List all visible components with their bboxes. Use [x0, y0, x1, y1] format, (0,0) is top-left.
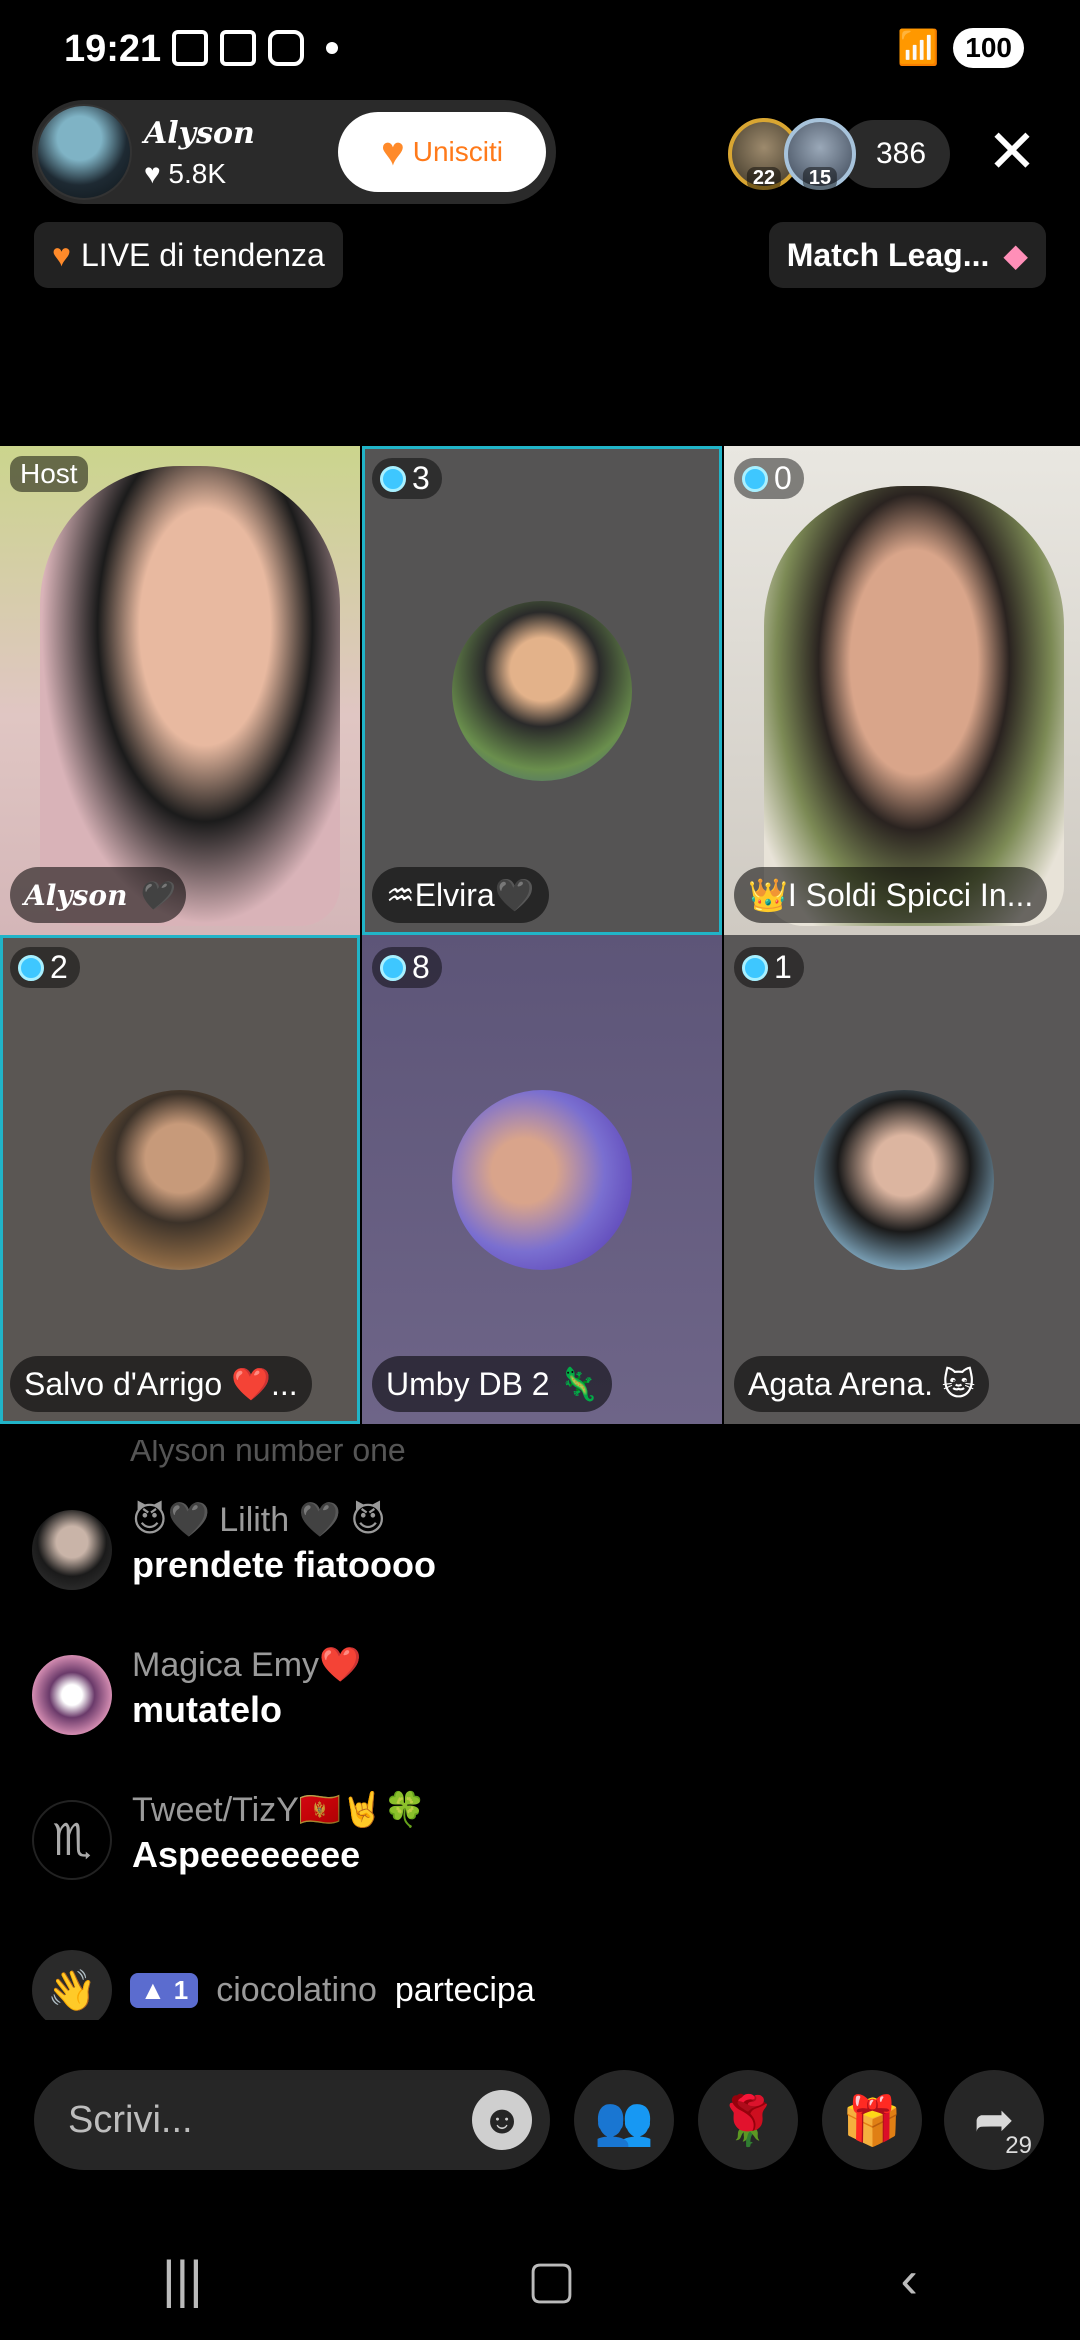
gem-icon: ◆ — [1003, 237, 1028, 273]
comment-box[interactable]: ☻ — [34, 2070, 550, 2170]
guest-tile[interactable]: 3 ♒Elvira🖤 — [362, 446, 722, 935]
tile-name: ♒Elvira🖤 — [372, 867, 549, 923]
guest-video — [764, 486, 1064, 926]
guest-grid: Host Alyson 🖤 3 ♒Elvira🖤 0 👑I Soldi Spic… — [0, 446, 1080, 1424]
tile-name: Alyson 🖤 — [10, 867, 187, 923]
gem-icon — [380, 465, 406, 492]
chat-message[interactable]: Magica Emy❤️ mutatelo — [32, 1645, 361, 1735]
scorpion-icon: ♏ — [52, 1815, 92, 1865]
heart-plus-icon: ♥ — [381, 129, 405, 174]
host-likes: ♥ 5.8K — [144, 158, 227, 189]
guest-avatar — [452, 1089, 632, 1270]
gem-icon — [380, 954, 406, 981]
more-notifications-dot — [326, 42, 338, 54]
instagram-icon — [268, 30, 304, 66]
rose-gift-button[interactable]: 🌹 — [698, 2070, 798, 2170]
chat-message[interactable]: ♏ Tweet/TizY🇲🇪🤘🍀 Aspeeeeeeee — [32, 1790, 426, 1880]
chat-username[interactable]: 😈🖤 Lilith 🖤 😈 — [132, 1500, 436, 1540]
guest-tile[interactable]: 2 Salvo d'Arrigo ❤️... — [0, 935, 360, 1424]
emoji-icon[interactable]: ☻ — [472, 2090, 532, 2150]
host-video — [40, 466, 340, 926]
join-action: partecipa — [394, 1970, 535, 2009]
battery-indicator: 100 — [953, 28, 1024, 68]
guest-tile[interactable]: 0 👑I Soldi Spicci In... — [724, 446, 1080, 935]
join-username[interactable]: ciocolatino — [216, 1971, 377, 2010]
guest-avatar — [452, 600, 632, 781]
comment-input[interactable] — [68, 2094, 468, 2146]
avatar[interactable] — [32, 1510, 112, 1590]
multi-guest-button[interactable]: 👥 — [574, 2070, 674, 2170]
host-label: Host — [10, 456, 88, 492]
host-avatar[interactable] — [36, 104, 132, 200]
trending-live-pill[interactable]: ♥ LIVE di tendenza — [34, 222, 343, 288]
guest-tile[interactable]: 1 Agata Arena. 🐱 — [724, 935, 1080, 1424]
chat-feed[interactable]: Alyson number one 😈🖤 Lilith 🖤 😈 prendete… — [0, 1440, 1080, 2020]
viewers-group[interactable]: 22 15 386 — [728, 118, 951, 190]
close-icon[interactable]: ✕ — [978, 118, 1046, 186]
rose-icon: 🌹 — [718, 2094, 778, 2148]
chat-text: Aspeeeeeeee — [132, 1834, 361, 1875]
gem-badge: 3 — [372, 458, 442, 499]
gift-icon: 🎁 — [842, 2094, 902, 2148]
avatar[interactable]: ♏ — [32, 1800, 112, 1880]
join-button[interactable]: ♥ Unisciti — [338, 112, 546, 192]
gem-badge: 8 — [372, 947, 442, 988]
gem-icon — [18, 954, 44, 981]
match-league-pill[interactable]: Match Leag... ◆ — [768, 222, 1046, 288]
tile-name: Salvo d'Arrigo ❤️... — [10, 1356, 312, 1412]
wave-icon[interactable]: 👋 — [32, 1950, 112, 2020]
guest-avatar — [814, 1089, 994, 1270]
status-bar: 19:21 📶 100 — [0, 0, 1080, 100]
guest-avatar — [90, 1089, 270, 1270]
chat-text: mutatelo — [132, 1689, 283, 1730]
chat-username[interactable]: Magica Emy❤️ — [132, 1645, 361, 1685]
heart-icon: ♥ — [144, 158, 161, 189]
gift-button[interactable]: 🎁 — [822, 2070, 922, 2170]
gem-icon — [742, 954, 768, 981]
triangle-icon: ▲ — [140, 1974, 166, 2005]
gem-icon — [742, 465, 768, 492]
wifi-icon: 📶 — [896, 29, 940, 67]
guest-tile[interactable]: 8 Umby DB 2 🦎 — [362, 935, 722, 1424]
heart-icon: ♥ — [52, 236, 71, 273]
tile-name: 👑I Soldi Spicci In... — [734, 867, 1048, 923]
tile-name: Agata Arena. 🐱 — [734, 1356, 990, 1412]
chat-message[interactable]: 😈🖤 Lilith 🖤 😈 prendete fiatoooo — [32, 1500, 436, 1590]
host-info[interactable]: Alyson ♥ 5.8K ♥ Unisciti — [32, 100, 556, 204]
host-name: Alyson — [144, 116, 255, 151]
system-status: 📶 100 — [897, 28, 1024, 68]
share-count: 29 — [1005, 2132, 1032, 2159]
tile-name: Umby DB 2 🦎 — [372, 1356, 613, 1412]
gem-badge: 1 — [734, 947, 804, 988]
recents-icon[interactable]: ||| — [162, 2250, 203, 2310]
home-icon[interactable]: ▢ — [527, 2250, 576, 2310]
viewer-count[interactable]: 386 — [840, 120, 951, 188]
chat-username[interactable]: Tweet/TizY🇲🇪🤘🍀 — [132, 1790, 426, 1830]
chat-text: prendete fiatoooo — [132, 1544, 436, 1585]
screenshot-icon — [220, 30, 256, 66]
share-button[interactable]: ➦ 29 — [944, 2070, 1044, 2170]
back-icon[interactable]: ‹ — [900, 2250, 917, 2310]
host-tile[interactable]: Host Alyson 🖤 — [0, 446, 360, 935]
notification-icons — [172, 30, 338, 66]
screen-record-icon — [172, 30, 208, 66]
system-nav-bar: ||| ▢ ‹ — [0, 2220, 1080, 2340]
people-icon: 👥 — [594, 2094, 654, 2148]
gem-badge: 2 — [10, 947, 80, 988]
gem-badge: 0 — [734, 458, 804, 499]
faded-chat-message: Alyson number one — [130, 1440, 406, 1468]
top-viewer-avatar[interactable]: 15 — [784, 118, 856, 190]
join-notification: 👋 ▲ 1 ciocolatino partecipa — [32, 1950, 535, 2020]
level-badge: ▲ 1 — [130, 1972, 199, 2008]
clock: 19:21 — [64, 28, 162, 70]
avatar[interactable] — [32, 1655, 112, 1735]
